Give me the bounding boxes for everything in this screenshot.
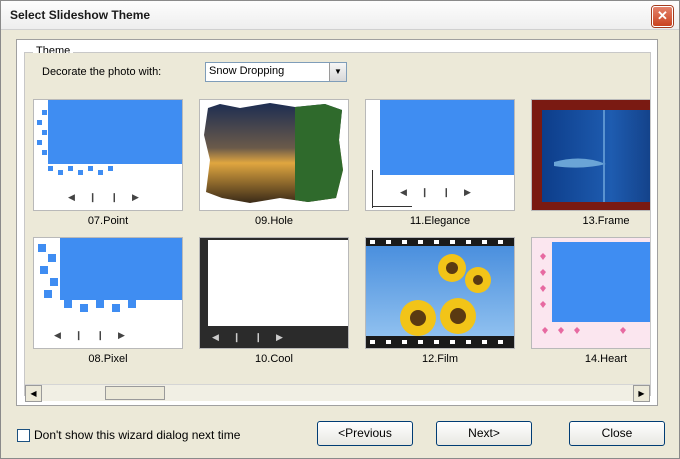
theme-label-pixel: 08.Pixel [88, 353, 128, 365]
dont-show-label[interactable]: Don't show this wizard dialog next time [34, 428, 240, 442]
dialog-window: Select Slideshow Theme ✕ Theme Decorate … [0, 0, 680, 459]
next-button[interactable]: Next> [436, 421, 532, 446]
chevron-down-icon[interactable]: ▼ [329, 63, 346, 81]
theme-thumbnail-heart[interactable] [531, 237, 650, 349]
theme-thumbnail-elegance[interactable]: ◀❙❙▶ [365, 99, 515, 211]
theme-label-point: 07.Point [87, 215, 129, 227]
player-controls-icon: ◀❙❙▶ [68, 192, 153, 202]
player-controls-icon: ◀❙❙▶ [212, 332, 297, 342]
previous-button[interactable]: <Previous [317, 421, 413, 446]
decorate-row: Decorate the photo with: Snow Dropping ▼ [25, 53, 650, 93]
photo-area [208, 240, 348, 326]
fish-image [554, 110, 606, 202]
theme-panel: Theme Decorate the photo with: Snow Drop… [16, 39, 658, 406]
theme-thumbnail-film[interactable] [365, 237, 515, 349]
scroll-left-icon[interactable]: ◀ [25, 385, 42, 402]
decorate-label: Decorate the photo with: [42, 66, 162, 78]
scroll-right-icon[interactable]: ▶ [633, 385, 650, 402]
decorate-dropdown[interactable]: Snow Dropping ▼ [205, 62, 347, 82]
window-title: Select Slideshow Theme [10, 8, 151, 22]
theme-thumbnail-frame[interactable] [531, 99, 650, 211]
torn-photo-image [204, 103, 343, 203]
horizontal-scrollbar[interactable]: ◀ ▶ [25, 384, 650, 402]
theme-label-elegance: 11.Elegance [409, 215, 471, 227]
theme-gallery: ◀❙❙▶ 07.Point 09.Hole ◀❙❙▶ 11.Elegance 1… [25, 93, 650, 384]
close-button[interactable]: Close [569, 421, 665, 446]
theme-label-frame: 13.Frame [582, 215, 630, 227]
dont-show-checkbox[interactable] [17, 429, 30, 442]
divider [372, 170, 373, 208]
decorate-dropdown-value: Snow Dropping [209, 65, 285, 77]
sunflowers-image [370, 240, 503, 344]
theme-groupbox: Theme Decorate the photo with: Snow Drop… [24, 45, 651, 402]
divider [372, 206, 412, 207]
theme-label-hole: 09.Hole [255, 215, 293, 227]
player-controls-icon: ◀❙❙▶ [400, 187, 485, 197]
scrollbar-thumb[interactable] [105, 386, 165, 400]
theme-thumbnail-pixel[interactable]: ◀❙❙▶ [33, 237, 183, 349]
theme-label-cool: 10.Cool [255, 353, 293, 365]
blue-area [380, 100, 514, 175]
player-controls-icon: ◀❙❙▶ [54, 330, 139, 340]
theme-thumbnail-point[interactable]: ◀❙❙▶ [33, 99, 183, 211]
theme-thumbnail-hole[interactable] [199, 99, 349, 211]
theme-thumbnail-cool[interactable]: ◀❙❙▶ [199, 237, 349, 349]
close-window-button[interactable]: ✕ [652, 6, 673, 27]
heart-border-decoration [540, 253, 626, 334]
title-bar[interactable]: Select Slideshow Theme ✕ [1, 1, 679, 30]
theme-label-film: 12.Film [421, 353, 459, 365]
theme-label-heart: 14.Heart [584, 353, 628, 365]
